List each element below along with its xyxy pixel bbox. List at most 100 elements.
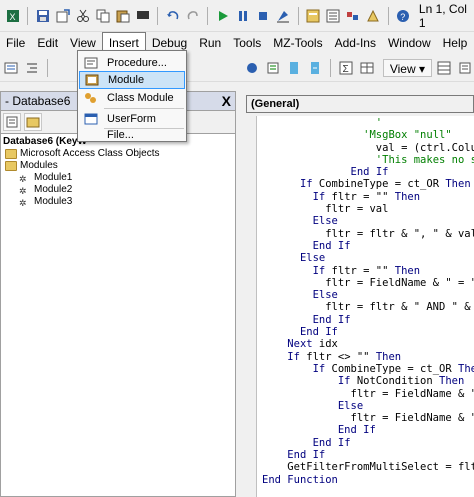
menu-item-module[interactable]: Module [79,71,185,89]
menu-bar: File Edit View Insert Debug Run Tools MZ… [0,32,474,54]
next-bookmark-icon[interactable] [306,59,324,77]
code-line[interactable]: End If [262,437,474,449]
code-line[interactable]: End If [262,424,474,436]
menu-window[interactable]: Window [382,33,437,53]
code-line[interactable]: GetFilterFromMultiSelect = fltr [262,461,474,473]
object-browser-icon[interactable] [345,7,362,25]
project-explorer-icon[interactable] [305,7,322,25]
view-dropdown-button[interactable]: View ▾ [382,58,432,77]
code-lines[interactable]: ' 'MsgBox "null" val = (ctrl.Column(theC… [262,117,474,497]
tree-item-modules[interactable]: Modules [1,160,235,172]
code-line[interactable]: fltr = val [262,203,474,215]
code-line[interactable]: 'This makes no sense, [262,154,474,166]
code-line[interactable]: ' [262,117,474,129]
cursor-position-label: Ln 1, Col 1 [418,1,467,30]
menu-item-label: Module [108,74,145,86]
toolbar-separator [387,6,389,25]
code-line[interactable]: 'MsgBox "null" [262,129,474,141]
code-line[interactable]: If fltr = "" Then [262,191,474,203]
insert-icon[interactable] [54,7,71,25]
code-line[interactable]: val = (ctrl.Column(theC [262,142,474,154]
close-icon[interactable]: X [222,93,231,109]
menu-separator [104,108,184,109]
menu-mz-tools[interactable]: MZ-Tools [267,33,328,53]
code-line[interactable]: Else [262,215,474,227]
code-line[interactable]: fltr = FieldName & " IN [262,412,474,424]
toggle-folders-icon[interactable] [24,113,42,131]
code-margin-indicator-bar[interactable] [246,116,257,497]
properties-small-icon[interactable] [456,59,474,77]
menu-edit[interactable]: Edit [31,33,64,53]
menu-add-ins[interactable]: Add-Ins [329,33,382,53]
object-dropdown[interactable]: (General) [246,95,474,113]
code-line[interactable]: If CombineType = ct_OR Then [262,363,474,375]
help-icon[interactable]: ? [395,7,412,25]
tree-item-module1[interactable]: ✲ Module1 [1,172,235,184]
toggle-breakpoint-icon[interactable] [243,59,261,77]
code-line[interactable]: If CombineType = ct_OR Then [262,178,474,190]
code-line[interactable]: End If [262,314,474,326]
copy-icon[interactable] [94,7,111,25]
code-line[interactable]: Else [262,400,474,412]
redo-icon[interactable] [184,7,201,25]
secondary-toolbar: Σ View ▾ [0,54,474,82]
code-line[interactable]: fltr = fltr & " AND " & Fie [262,301,474,313]
cut-icon[interactable] [74,7,91,25]
code-line[interactable]: End If [262,449,474,461]
tree-item-label: Microsoft Access Class Objects [20,148,160,159]
code-line[interactable]: End If [262,240,474,252]
paste-icon[interactable] [114,7,131,25]
pane-splitter[interactable] [236,91,246,497]
code-line[interactable]: End If [262,326,474,338]
tree-item-module2[interactable]: ✲ Module2 [1,184,235,196]
code-line[interactable]: End Function [262,474,474,486]
code-line[interactable]: Else [262,252,474,264]
view-code-icon[interactable] [3,113,21,131]
module-icon: ✲ [19,198,27,208]
code-line[interactable]: fltr = fltr & ", " & val [262,228,474,240]
menu-item-procedure[interactable]: Procedure... [79,54,185,72]
tree-item-access-objects[interactable]: Microsoft Access Class Objects [1,148,235,160]
run-icon[interactable] [214,7,231,25]
grid-icon[interactable] [435,59,453,77]
code-line[interactable]: If NotCondition Then [262,375,474,387]
save-icon[interactable] [34,7,51,25]
excel-icon[interactable]: X [4,7,21,25]
menu-tools[interactable]: Tools [227,33,267,53]
project-tree: Database6 (KeyW Microsoft Access Class O… [0,133,236,497]
svg-text:?: ? [401,12,406,22]
list-icon[interactable] [2,59,20,77]
svg-text:Σ: Σ [342,64,348,75]
indent-icon[interactable] [23,59,41,77]
design-mode-icon[interactable] [275,7,292,25]
table-icon[interactable] [358,59,376,77]
code-line[interactable]: If fltr = "" Then [262,265,474,277]
code-line[interactable]: fltr = FieldName & " NOT [262,388,474,400]
bookmark-icon[interactable] [285,59,303,77]
menu-file[interactable]: File [0,33,31,53]
comment-block-icon[interactable] [264,59,282,77]
properties-icon[interactable] [325,7,342,25]
menu-item-label: Class Module [107,92,174,104]
code-line[interactable]: Else [262,289,474,301]
reset-icon[interactable] [255,7,272,25]
module-icon: ✲ [19,186,27,196]
view-dropdown-label: View [389,61,416,76]
menu-item-file[interactable]: File... [79,126,185,144]
svg-text:X: X [9,12,15,22]
code-line[interactable]: End If [262,166,474,178]
menu-item-label: File... [107,129,134,141]
find-icon[interactable] [134,7,151,25]
toolbox-icon[interactable] [365,7,382,25]
menu-help[interactable]: Help [437,33,474,53]
break-icon[interactable] [234,7,251,25]
code-line[interactable]: If fltr <> "" Then [262,351,474,363]
code-line[interactable]: fltr = FieldName & " = " & v [262,277,474,289]
sum-icon[interactable]: Σ [337,59,355,77]
undo-icon[interactable] [164,7,181,25]
tree-item-label: Database6 (KeyW [3,136,87,147]
menu-run[interactable]: Run [193,33,227,53]
tree-item-module3[interactable]: ✲ Module3 [1,196,235,208]
code-line[interactable]: Next idx [262,338,474,350]
menu-item-class-module[interactable]: Class Module [79,89,185,107]
